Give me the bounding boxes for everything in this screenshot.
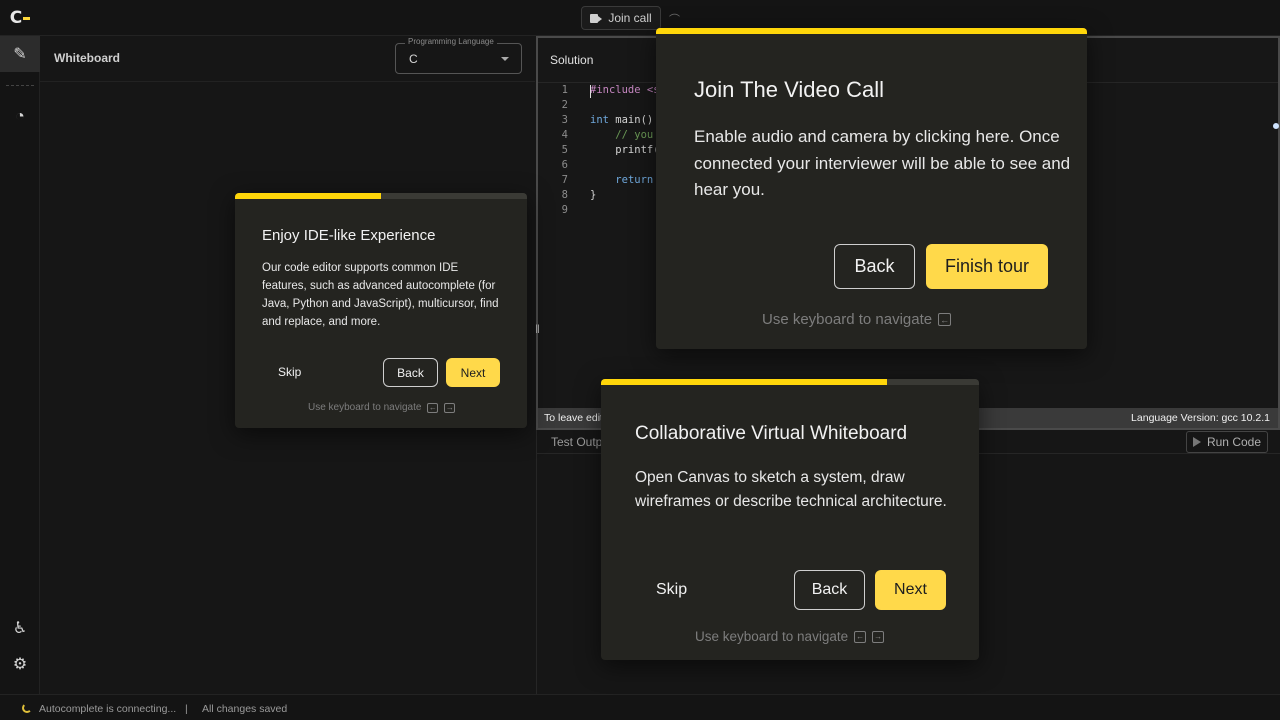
- back-button[interactable]: Back: [794, 570, 865, 610]
- back-button[interactable]: Back: [383, 358, 438, 387]
- keyboard-hint-text: Use keyboard to navigate: [762, 311, 933, 328]
- rail-divider: [6, 85, 34, 86]
- save-status: All changes saved: [202, 703, 288, 715]
- tour-progress-fill: [656, 28, 1087, 34]
- tour-title: Collaborative Virtual Whiteboard: [635, 423, 908, 444]
- left-rail: ✎ ◔ ♿ ⚙: [0, 36, 40, 694]
- solution-title: Solution: [550, 53, 594, 67]
- keyboard-hint: Use keyboard to navigate ←: [762, 311, 952, 328]
- palette-icon[interactable]: ◔: [0, 99, 40, 135]
- tour-title: Enjoy IDE-like Experience: [262, 227, 436, 244]
- arrow-right-key-icon: →: [872, 630, 885, 643]
- arrow-left-key-icon: ←: [427, 402, 439, 413]
- status-footer: Autocomplete is connecting... | All chan…: [0, 694, 1280, 720]
- arrow-left-key-icon: ←: [938, 313, 952, 326]
- keyboard-hint: Use keyboard to navigate ← →: [308, 402, 456, 413]
- arrow-right-key-icon: →: [444, 402, 456, 413]
- join-call-label: Join call: [608, 11, 652, 25]
- line-text: // you: [590, 129, 654, 141]
- language-version: Language Version: gcc 10.2.1: [1131, 412, 1270, 424]
- line-text: #include <s: [590, 84, 660, 96]
- tour-progress-fill: [235, 193, 381, 199]
- tour-progress-fill: [601, 379, 887, 385]
- finish-tour-button[interactable]: Finish tour: [926, 244, 1048, 289]
- line-number: 8: [561, 189, 568, 201]
- line-text: return: [615, 174, 654, 186]
- footer-separator: |: [185, 703, 188, 715]
- line-number: 4: [561, 129, 568, 141]
- programming-language-select[interactable]: Programming Language C: [395, 37, 522, 74]
- keyboard-hint-text: Use keyboard to navigate: [695, 629, 849, 644]
- app-logo[interactable]: C: [0, 0, 40, 36]
- autocomplete-status: Autocomplete is connecting...: [39, 703, 177, 715]
- skip-button[interactable]: Skip: [656, 581, 687, 599]
- line-text: }: [590, 189, 597, 201]
- accessibility-icon[interactable]: ♿: [0, 610, 40, 646]
- tour-title: Join The Video Call: [694, 77, 884, 102]
- settings-gear-icon[interactable]: ⚙: [0, 646, 40, 682]
- line-number: 1: [561, 84, 568, 96]
- test-output-label: Test Outp: [551, 435, 603, 449]
- keyboard-hint: Use keyboard to navigate ← →: [695, 629, 885, 644]
- editor-status-hint: To leave edit: [544, 412, 603, 424]
- run-code-label: Run Code: [1206, 435, 1262, 449]
- scroll-indicator[interactable]: [1273, 123, 1279, 129]
- language-select-label: Programming Language: [405, 37, 497, 46]
- connection-signal-icon: ⌒: [669, 14, 680, 26]
- whiteboard-title: Whiteboard: [54, 51, 120, 65]
- back-button[interactable]: Back: [834, 244, 915, 289]
- panel-resize-handle[interactable]: ‖: [535, 322, 540, 336]
- whiteboard-header: Whiteboard Programming Language C: [40, 36, 535, 82]
- tour-card-ide: Enjoy IDE-like Experience Our code edito…: [235, 193, 527, 428]
- line-number: 6: [561, 159, 568, 171]
- keyboard-hint-text: Use keyboard to navigate: [308, 402, 422, 413]
- tour-card-whiteboard: Collaborative Virtual Whiteboard Open Ca…: [601, 379, 979, 660]
- line-number: 9: [561, 204, 568, 216]
- line-number: 7: [561, 174, 568, 186]
- join-call-button[interactable]: Join call: [581, 6, 661, 30]
- tour-description: Enable audio and camera by clicking here…: [694, 127, 1071, 199]
- line-text: int main(): [590, 114, 654, 126]
- line-text: printf(: [590, 144, 660, 156]
- line-number: 3: [561, 114, 568, 126]
- tour-card-video-call: Join The Video Call Enable audio and cam…: [656, 28, 1087, 349]
- tour-description: Our code editor supports common IDE feat…: [262, 262, 499, 328]
- arrow-left-key-icon: ←: [854, 630, 867, 643]
- loading-spinner-icon: [22, 703, 32, 713]
- text-cursor: [590, 85, 591, 98]
- line-number: 2: [561, 99, 568, 111]
- next-button[interactable]: Next: [446, 358, 500, 387]
- logo-underscore: [23, 16, 31, 20]
- next-button[interactable]: Next: [875, 570, 946, 610]
- logo-letter: C: [9, 8, 23, 28]
- tour-description: Open Canvas to sketch a system, draw wir…: [635, 469, 947, 510]
- top-bar: C Join call ⌒: [0, 0, 1280, 36]
- edit-icon[interactable]: ✎: [0, 36, 40, 72]
- video-camera-icon: [590, 13, 603, 23]
- play-icon: [1192, 437, 1201, 447]
- skip-button[interactable]: Skip: [278, 365, 301, 379]
- language-select-value: C: [409, 52, 418, 66]
- run-code-button[interactable]: Run Code: [1186, 431, 1268, 453]
- line-number: 5: [561, 144, 568, 156]
- chevron-down-icon: [501, 57, 509, 61]
